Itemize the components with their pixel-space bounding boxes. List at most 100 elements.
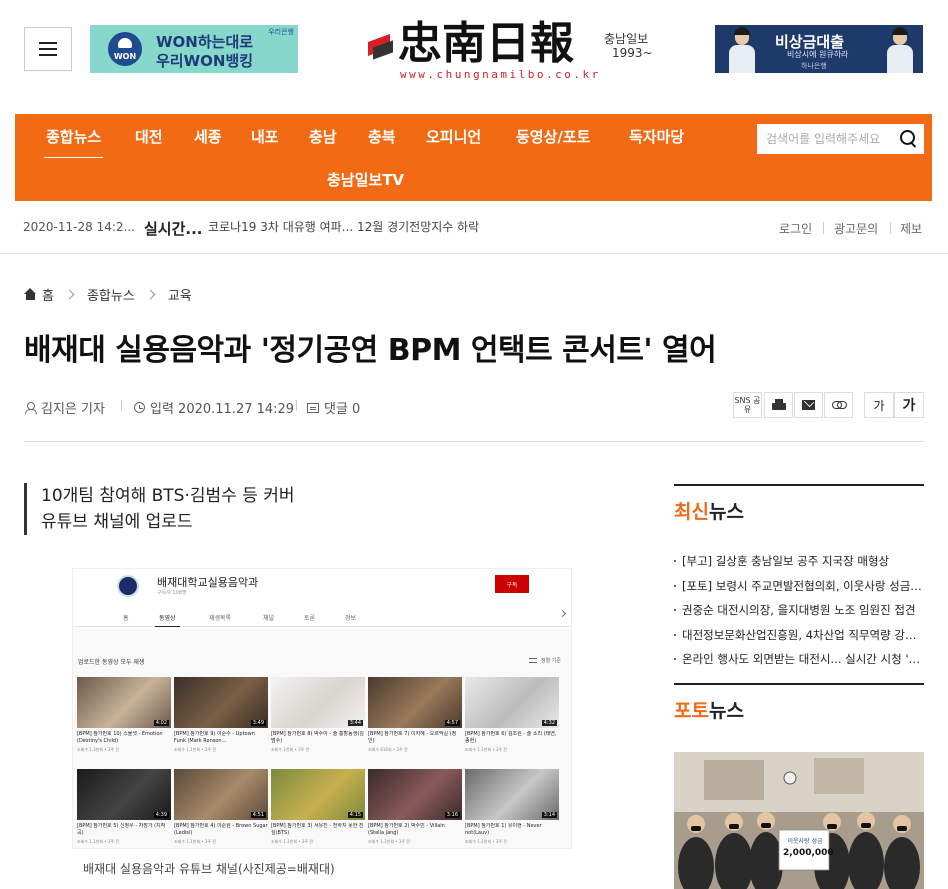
article-author: 김지은 기자 [25,398,105,417]
list-item[interactable]: 권중순 대전시의장, 을지대병원 노조 임원진 접견 [674,601,924,626]
menu-button[interactable] [24,27,72,71]
nav-item-naepo[interactable]: 내포 [251,126,279,147]
font-larger-button[interactable]: 가 [894,392,924,418]
ad-brand: 하나은행 [801,62,827,70]
print-button[interactable] [764,392,793,418]
donation-amount: 2,000,000 [783,848,834,858]
font-smaller-label: 가 [873,398,885,413]
ticker-headline[interactable]: 코로나19 3차 대유행 여파... 12월 경기전망지수 하락 [208,218,479,235]
youtube-channel-header: 배재대학교실용음악과 구독자 108명 구독 홈 동영상 재생목록 채널 토론 … [73,569,571,629]
photo-news-heading[interactable]: 포토뉴스 [674,696,744,723]
channel-tab: 동영상 [155,615,180,627]
video-duration: 4:57 [444,720,460,726]
article-subhead: 10개팀 참여해 BTS·김범수 등 커버 유튜브 채널에 업로드 [24,483,354,535]
channel-tabs: 홈 동영상 재생목록 채널 토론 정보 [73,605,571,627]
video-meta: 조회수 1.1천회 • 3주 전 [465,839,508,844]
heading-rest: 뉴스 [708,700,744,722]
channel-avatar [117,575,139,597]
nav-item-opinion[interactable]: 오피니언 [426,126,481,147]
nav-item-chungnam[interactable]: 충남 [309,126,337,147]
video-title: [BPM] 참가번호 8) 박수아 - 술 흥할동생(김범수) [271,731,364,744]
nav-item-news[interactable]: 종합뉴스 [43,126,104,158]
video-title: [BPM] 참가번호 3) 서유진 - 전하지 못한 진심(BTS) [271,823,364,836]
search-input[interactable] [757,124,897,154]
font-larger-label: 가 [902,398,916,414]
video-duration: 3:14 [541,812,557,818]
video-thumbnail: 3:49 [174,677,268,728]
logo-korean-name: 충남일보 [604,32,649,46]
font-smaller-button[interactable]: 가 [864,392,894,418]
video-duration: 4:51 [250,812,266,818]
video-thumbnail: 4:39 [77,769,171,820]
ad-line1: WON하는대로 [156,33,254,51]
nav-item-readers[interactable]: 독자마당 [629,126,684,147]
sns-share-button[interactable]: SNS 공유 [733,392,762,418]
logo-url: www.chungnamilbo.co.kr [400,68,601,81]
ad-model-image [727,27,757,73]
divider [296,400,297,411]
video-meta: 조회수 1.1천회 • 3주 전 [465,747,508,752]
search-icon[interactable] [900,130,918,148]
video-meta: 조회수 1.1천회 • 3주 전 [77,839,120,844]
logo-hanja: 忠南日報 [398,18,574,69]
video-duration: 4:39 [153,812,169,818]
link-icon [831,401,847,409]
comment-icon [307,402,319,413]
heading-accent: 포토 [674,700,709,722]
article-photo[interactable]: 배재대학교실용음악과 구독자 108명 구독 홈 동영상 재생목록 채널 토론 … [72,568,572,849]
comment-count[interactable]: 댓글 0 [324,398,360,417]
video-thumbnail: 3:16 [368,769,462,820]
hamburger-icon-bar [39,48,57,50]
banner-ad-hana[interactable]: 비상금대출 비상시에 원큐하라 하나은행 [715,25,923,73]
ad-inquiry-link[interactable]: 광고문의 [834,220,878,237]
article-date: 입력 2020.11.27 14:29 [134,398,294,417]
latest-news-heading[interactable]: 최신뉴스 [674,497,744,524]
login-link[interactable]: 로그인 [779,220,812,237]
photo-news-illustration [674,752,924,889]
breadcrumb-home[interactable]: 홈 [42,285,54,304]
sns-share-label: SNS 공유 [734,396,761,414]
channel-tab: 정보 [345,615,357,622]
email-button[interactable] [794,392,823,418]
video-meta: 조회수 1.1천회 • 3주 전 [174,747,217,752]
video-title: [BPM] 참가번호 9) 이준수 - Uptown Funk (Mark Ro… [174,731,255,744]
person-icon [25,402,37,414]
banner-ad-woori[interactable]: WON WON하는대로 우리WON뱅킹 우리은행 [90,25,298,73]
breadcrumb-subsection[interactable]: 교육 [168,285,192,304]
ad-line2: 우리WON뱅킹 [156,52,254,70]
video-meta: 조회수 1천회 • 3주 전 [271,747,310,752]
chevron-right-icon [64,289,75,299]
nav-item-video-photo[interactable]: 동영상/포토 [516,126,590,147]
nav-item-chungbuk[interactable]: 충북 [368,126,396,147]
sort-label: 정렬 기준 [541,658,561,664]
latest-news-list: [부고] 길상훈 충남일보 공주 지국장 매형상 [포토] 보령시 주교면발전협… [674,552,924,675]
home-icon[interactable] [24,288,37,300]
divider [674,683,924,685]
youtube-video-grid: 업로드한 동영상 모두 재생 정렬 기준 4:02 [BPM] 참가번호 10) … [73,629,571,848]
video-thumbnail: 4:02 [77,677,171,728]
list-item[interactable]: [포토] 보령시 주교면발전협의회, 이웃사랑 성금 기탁 [674,577,924,602]
photo-news-image[interactable]: 이웃사랑 성금 2,000,000 [674,752,924,889]
nav-item-tv[interactable]: 충남일보TV [327,169,404,190]
copy-link-button[interactable] [824,392,853,418]
author-name[interactable]: 김지은 기자 [41,398,105,417]
sort-control: 정렬 기준 [529,657,561,664]
nav-item-sejong[interactable]: 세종 [194,126,222,147]
list-item[interactable]: 온라인 행사도 외면받는 대전시... 실시간 시청 '3명' [674,650,924,675]
list-item[interactable]: 대전정보문화산업진흥원, 4차산업 직무역량 강화 교육 [674,626,924,651]
ad-brand: 우리은행 [268,28,294,36]
list-item[interactable]: [부고] 길상훈 충남일보 공주 지국장 매형상 [674,552,924,577]
logo-year: 1993~ [612,46,653,60]
video-title: [BPM] 참가번호 7) 이지혜 - 오르막길 (정인) [368,731,457,744]
video-meta: 조회수 1.3천회 • 3주 전 [77,747,120,752]
channel-tab: 토론 [304,615,316,622]
breadcrumb-section[interactable]: 종합뉴스 [87,285,135,304]
search-box [757,124,924,154]
print-icon [771,399,786,411]
donation-board-title: 이웃사랑 성금 [787,838,823,845]
divider [823,222,824,234]
nav-item-daejeon[interactable]: 대전 [135,126,163,147]
report-link[interactable]: 제보 [900,220,922,237]
site-logo[interactable]: 忠南日報 충남일보 1993~ www.chungnamilbo.co.kr [366,14,656,86]
ticker-date: 2020-11-28 14:2... [23,220,135,234]
